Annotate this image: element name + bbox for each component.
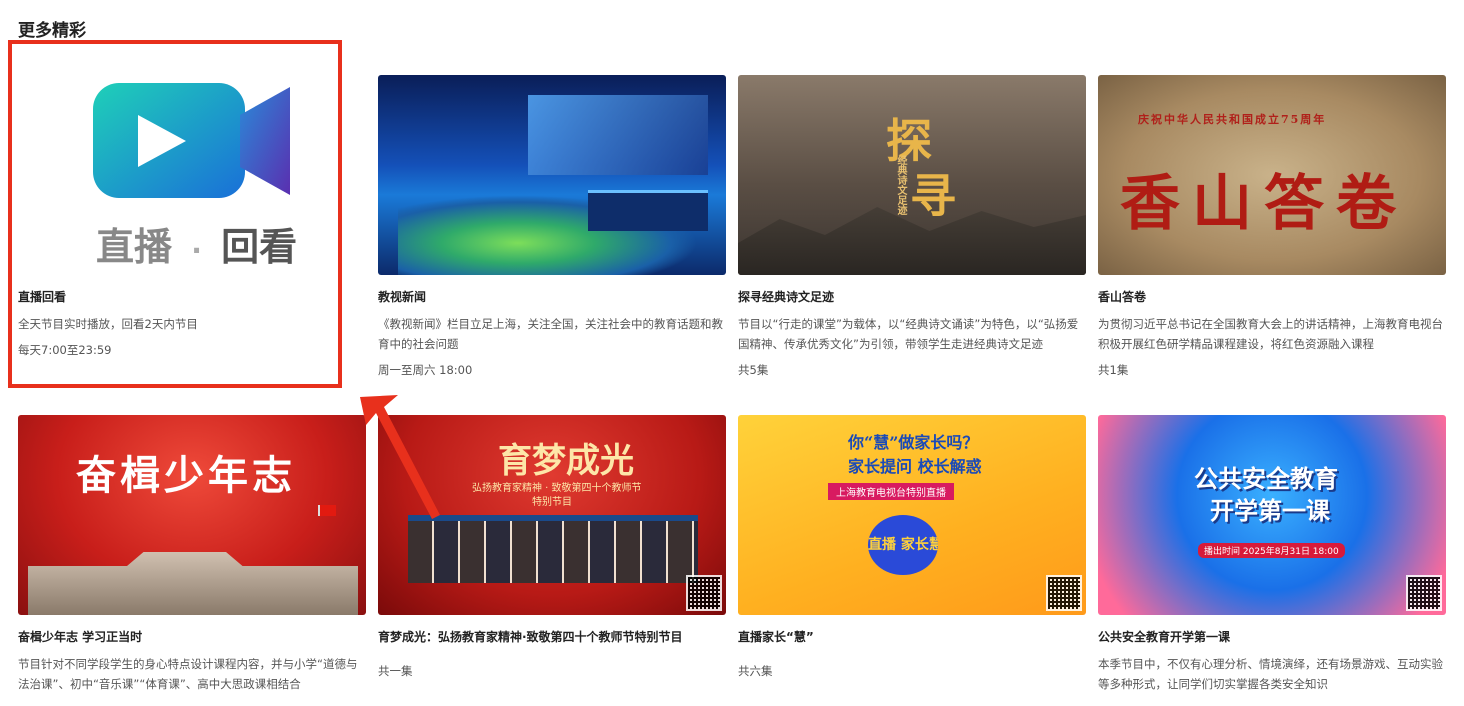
banner-band: 上海教育电视台特别直播 (828, 483, 954, 500)
card-description: 为贯彻习近平总书记在全国教育大会上的讲话精神，上海教育电视台积极开展红色研学精品… (1098, 317, 1443, 351)
section-title: 更多精彩 (18, 21, 86, 38)
card-title[interactable]: 直播家长“慧” (738, 629, 1086, 645)
card-title[interactable]: 香山答卷 (1098, 289, 1446, 305)
logo-dot: · (191, 234, 202, 267)
qr-code-icon (1046, 575, 1082, 611)
card-title[interactable]: 教视新闻 (378, 289, 726, 305)
card-episode-count: 共1集 (1098, 363, 1129, 377)
card-description: 节目针对不同学段学生的身心特点设计课程内容，并与小学“道德与法治课”、初中“音乐… (18, 657, 358, 691)
card-schedule: 周一至周六 18:00 (378, 363, 473, 377)
card-episode-count: 共5集 (738, 363, 769, 377)
qr-code-icon (1406, 575, 1442, 611)
logo-text-live: 直播 (96, 225, 173, 269)
card-description: 全天节目实时播放，回看2天内节目 (18, 317, 198, 331)
card-thumbnail[interactable]: 直播 · 回看 (18, 75, 366, 275)
card-thumbnail[interactable]: 公共安全教育 开学第一课 播出时间 2025年8月31日 18:00 (1098, 415, 1446, 615)
card-thumbnail[interactable] (378, 75, 726, 275)
banner-big-title: 奋楫少年志 (76, 452, 296, 499)
studio-screen (528, 95, 708, 175)
banner-big-title-2: 开学第一课 (1210, 496, 1330, 525)
anchor-desk (588, 190, 708, 231)
banner-subtitle-2: 特别节目 (532, 497, 572, 508)
card-episode-count: 共六集 (738, 664, 773, 678)
calligraphy-title-2: 寻 (910, 169, 956, 223)
card-title[interactable]: 育梦成光：弘扬教育家精神·致敬第四十个教师节特别节目 (378, 629, 726, 645)
air-date: 播出时间 2025年8月31日 18:00 (1198, 543, 1345, 558)
card-title[interactable]: 探寻经典诗文足迹 (738, 289, 1086, 305)
banner-big-title: 育梦成光 (498, 441, 634, 481)
qr-code-icon (686, 575, 722, 611)
flag (318, 505, 336, 516)
card-youth-ambition[interactable]: 奋楫少年志 奋楫少年志 学习正当时 节目针对不同学段学生的身心特点设计课程内容，… (18, 415, 366, 694)
calligraphy-subtitle: 经典诗文足迹 (895, 155, 906, 215)
card-thumbnail[interactable]: 庆祝中华人民共和国成立75周年 香山答卷 (1098, 75, 1446, 275)
card-live-replay[interactable]: 直播 · 回看 直播回看 全天节目实时播放，回看2天内节目 每天7:00至23:… (18, 75, 366, 358)
card-parents[interactable]: 你“慧”做家长吗？ 家长提问 校长解惑 上海教育电视台特别直播 直播 家长慧 直… (738, 415, 1086, 679)
card-schedule: 每天7:00至23:59 (18, 343, 112, 357)
card-description: 节目以“行走的课堂”为载体，以“经典诗文诵读”为特色，以“弘扬爱国精神、传承优秀… (738, 317, 1079, 351)
live-badge: 直播 家长慧 (868, 515, 938, 575)
card-title[interactable]: 公共安全教育开学第一课 (1098, 629, 1446, 645)
banner-headline: 你“慧”做家长吗？ (848, 433, 979, 452)
card-safety[interactable]: 公共安全教育 开学第一课 播出时间 2025年8月31日 18:00 公共安全教… (1098, 415, 1446, 694)
card-xiangshan[interactable]: 庆祝中华人民共和国成立75周年 香山答卷 香山答卷 为贯彻习近平总书记在全国教育… (1098, 75, 1446, 378)
card-thumbnail[interactable]: 你“慧”做家长吗？ 家长提问 校长解惑 上海教育电视台特别直播 直播 家长慧 (738, 415, 1086, 615)
card-description: 《教视新闻》栏目立足上海，关注全国，关注社会中的教育话题和教育中的社会问题 (378, 317, 723, 351)
banner-big-title: 香山答卷 (1120, 169, 1408, 239)
card-poetry[interactable]: 探 寻 经典诗文足迹 探寻经典诗文足迹 节目以“行走的课堂”为载体，以“经典诗文… (738, 75, 1086, 378)
card-news[interactable]: 教视新闻 《教视新闻》栏目立足上海，关注全国，关注社会中的教育话题和教育中的社会… (378, 75, 726, 378)
banner-top-text: 庆祝中华人民共和国成立75周年 (1138, 113, 1327, 126)
building-illustration (28, 552, 358, 615)
card-title[interactable]: 直播回看 (18, 289, 366, 305)
teacher-portraits (408, 515, 698, 583)
card-thumbnail[interactable]: 探 寻 经典诗文足迹 (738, 75, 1086, 275)
banner-big-title: 公共安全教育 (1194, 464, 1338, 493)
banner-headline-2: 家长提问 校长解惑 (848, 457, 982, 476)
card-episode-count: 共一集 (378, 664, 413, 678)
card-thumbnail[interactable]: 奋楫少年志 (18, 415, 366, 615)
banner-subtitle: 弘扬教育家精神 · 致敬第四十个教师节 (472, 483, 642, 494)
card-title[interactable]: 奋楫少年志 学习正当时 (18, 629, 366, 645)
logo-text-replay: 回看 (221, 225, 298, 269)
card-description: 本季节目中，不仅有心理分析、情境演绎，还有场景游戏、互动实验等多种形式，让同学们… (1098, 657, 1443, 691)
red-arrow-icon (360, 395, 440, 519)
